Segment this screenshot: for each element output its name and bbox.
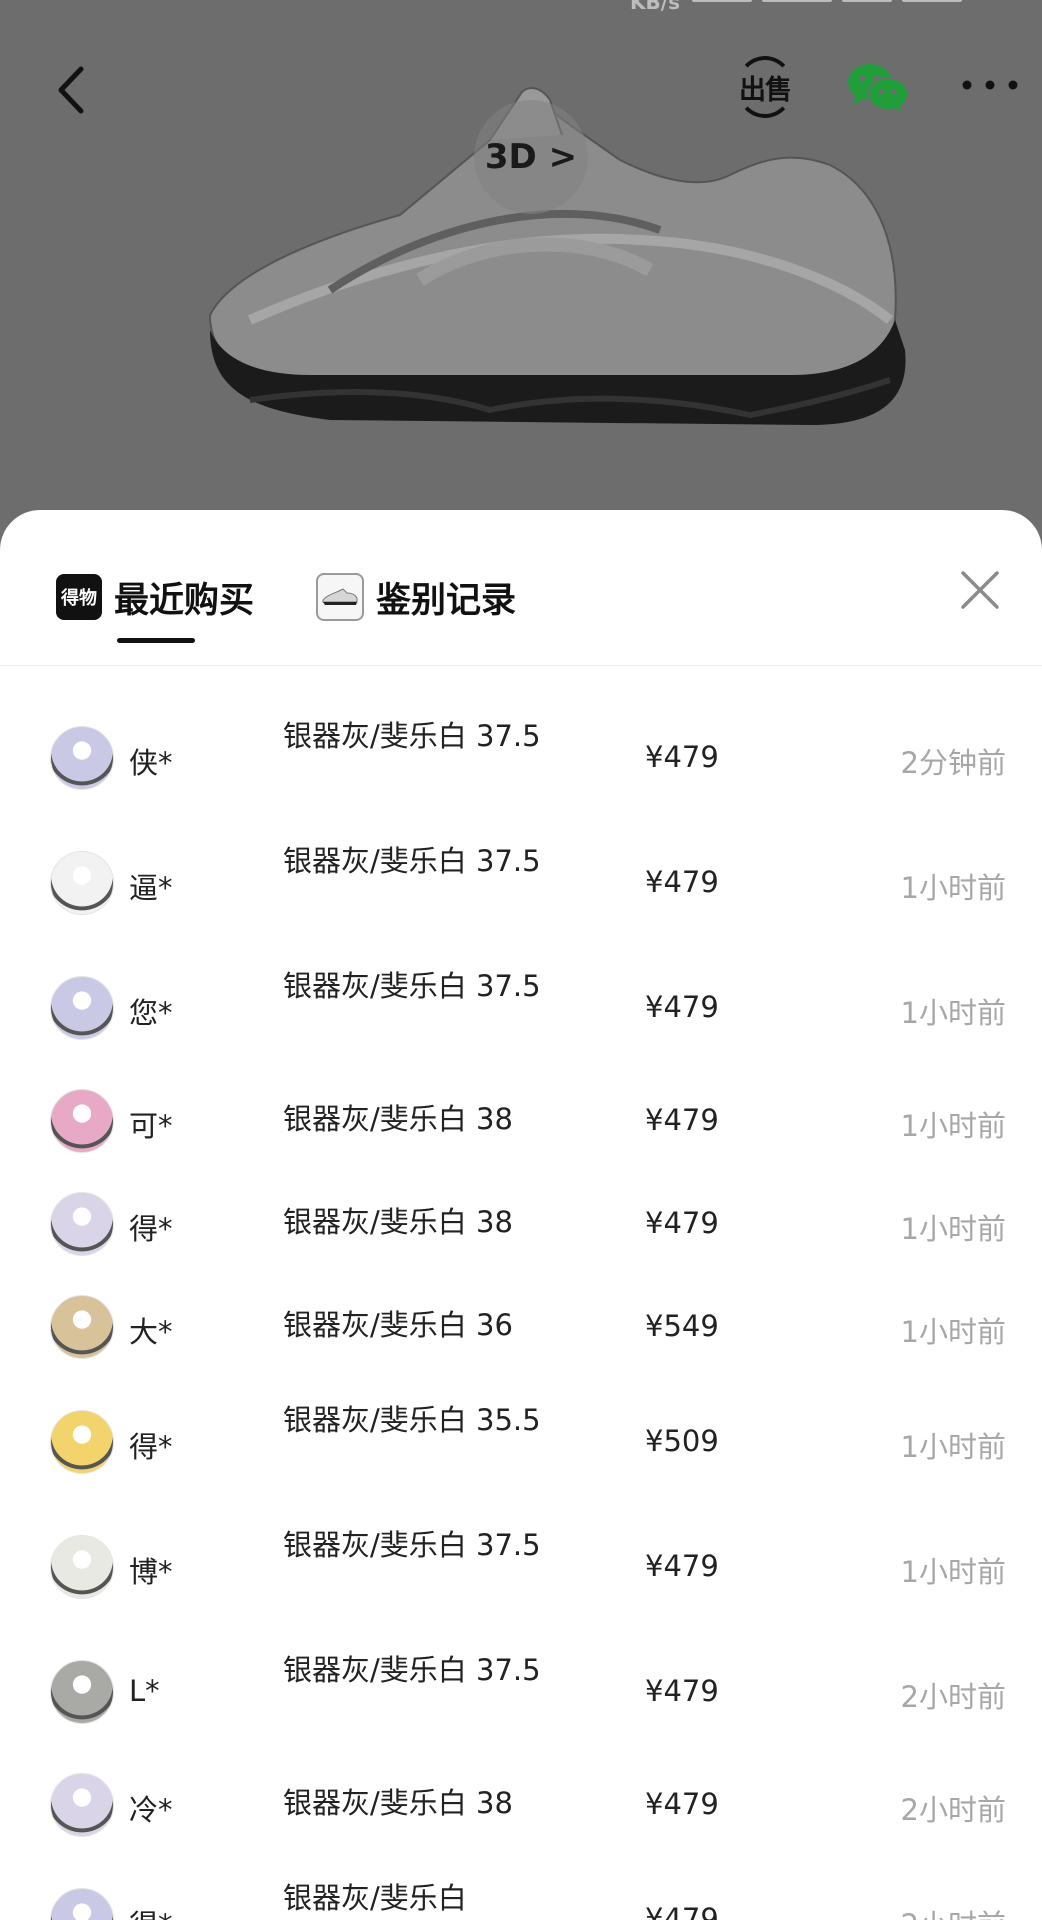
close-icon [961,571,999,609]
buyer-name: 大* [129,1315,173,1349]
tab-label: 鉴别记录 [376,580,517,621]
variant-text: 银器灰/斐乐白 38 [283,1102,513,1136]
battery-icon [902,0,962,2]
avatar[interactable] [50,1089,114,1153]
buyer-name: 得* [129,1902,173,1920]
buyer-name: 逼* [129,871,173,905]
variant-text: 银器灰/斐乐白 37.5 [283,844,541,878]
close-button[interactable] [954,564,1006,616]
more-button[interactable] [955,60,1025,110]
time-ago: 1小时前 [900,1430,1006,1464]
back-button[interactable] [40,55,100,125]
avatar[interactable] [50,1192,114,1256]
buyer-name: 冷* [129,1793,173,1827]
buyer-name: 侠* [129,746,173,780]
variant-text: 银器灰/斐乐白 35.5 [283,1403,541,1437]
wechat-share-button[interactable] [842,56,914,120]
buyer-name: 可* [129,1109,173,1143]
time-ago: 1小时前 [900,1109,1006,1143]
list-item: 侠* 银器灰/斐乐白 37.5 ¥479 2分钟前 [0,696,1042,821]
tab-label: 最近购买 [114,580,255,621]
dewu-logo: 得物 [56,574,102,620]
variant-text: 银器灰/斐乐白 37.5 [283,969,541,1003]
variant-text: 银器灰/斐乐白 37.5 [283,1653,541,1687]
variant-text: 银器灰/斐乐白 38 [283,1205,513,1239]
price: ¥479 [645,1787,719,1821]
variant-text: 银器灰/斐乐白 37.5 [283,719,541,753]
tab-authentication-records[interactable]: 鉴别记录 [316,562,516,632]
status-icons [692,0,1012,8]
list-item: 得* 银器灰/斐乐白 ¥479 2小时前 [0,1858,1042,1920]
sheet-tabs: 得物 最近购买 鉴别记录 [0,510,1042,666]
list-item: 博* 银器灰/斐乐白 37.5 ¥479 1小时前 [0,1505,1042,1630]
time-ago: 1小时前 [900,1315,1006,1349]
list-item: 可* 银器灰/斐乐白 38 ¥479 1小时前 [0,1071,1042,1174]
time-ago: 1小时前 [900,996,1006,1030]
list-item: 逼* 银器灰/斐乐白 37.5 ¥479 1小时前 [0,821,1042,946]
price: ¥479 [645,865,719,899]
buyer-name: L* [129,1674,160,1708]
time-ago: 2小时前 [900,1680,1006,1714]
price: ¥549 [645,1309,719,1343]
avatar[interactable] [50,1773,114,1837]
network-speed: KB/s [630,0,680,14]
variant-text: 银器灰/斐乐白 37.5 [283,1528,541,1562]
list-item: 得* 银器灰/斐乐白 38 ¥479 1小时前 [0,1174,1042,1277]
price: ¥479 [645,990,719,1024]
list-item: 冷* 银器灰/斐乐白 38 ¥479 2小时前 [0,1755,1042,1858]
time-ago: 1小时前 [900,871,1006,905]
purchase-records-sheet: 得物 最近购买 鉴别记录 侠* 银器灰/斐乐白 37.5 ¥479 2分钟前 逼… [0,510,1042,1920]
price: ¥479 [645,1674,719,1708]
time-ago: 2分钟前 [900,746,1006,780]
status-bar: KB/s [0,0,1042,14]
list-item: 大* 银器灰/斐乐白 36 ¥549 1小时前 [0,1277,1042,1380]
buyer-name: 您* [129,996,173,1030]
shoe-thumbnail-icon [316,573,364,621]
avatar[interactable] [50,726,114,790]
wechat-icon [848,64,909,113]
avatar[interactable] [50,851,114,915]
signal-icon [692,0,752,2]
sell-label: 出售 [739,74,792,106]
variant-text: 银器灰/斐乐白 36 [283,1308,513,1342]
price: ¥479 [645,1103,719,1137]
wifi-icon [842,0,892,2]
list-item: 您* 银器灰/斐乐白 37.5 ¥479 1小时前 [0,946,1042,1071]
tab-recent-purchases[interactable]: 得物 最近购买 [56,562,254,632]
time-ago: 1小时前 [900,1212,1006,1246]
avatar[interactable] [50,1535,114,1599]
list-item: 得* 银器灰/斐乐白 35.5 ¥509 1小时前 [0,1380,1042,1505]
avatar[interactable] [50,1660,114,1724]
price: ¥479 [645,1902,719,1920]
time-ago: 2小时前 [901,1902,1006,1920]
active-tab-indicator [117,638,195,643]
avatar[interactable] [50,1410,114,1474]
time-ago: 2小时前 [900,1793,1006,1827]
price: ¥509 [645,1424,719,1458]
buyer-name: 得* [129,1212,173,1246]
price: ¥479 [645,740,719,774]
variant-text: 银器灰/斐乐白 [283,1881,467,1915]
avatar[interactable] [50,1295,114,1359]
price: ¥479 [645,1549,719,1583]
signal-icon [762,0,832,2]
variant-text: 银器灰/斐乐白 38 [283,1786,513,1820]
view-3d-button[interactable]: 3D > [474,100,588,214]
product-hero: KB/s 出售 3D > [0,0,1042,520]
price: ¥479 [645,1206,719,1240]
list-item: L* 银器灰/斐乐白 37.5 ¥479 2小时前 [0,1630,1042,1755]
chevron-left-icon [58,66,84,114]
sell-button[interactable]: 出售 [730,52,800,122]
more-dots-icon [962,80,1018,90]
buyer-name: 博* [129,1555,173,1589]
avatar[interactable] [50,1888,114,1920]
avatar[interactable] [50,976,114,1040]
time-ago: 1小时前 [900,1555,1006,1589]
buyer-name: 得* [129,1430,173,1464]
